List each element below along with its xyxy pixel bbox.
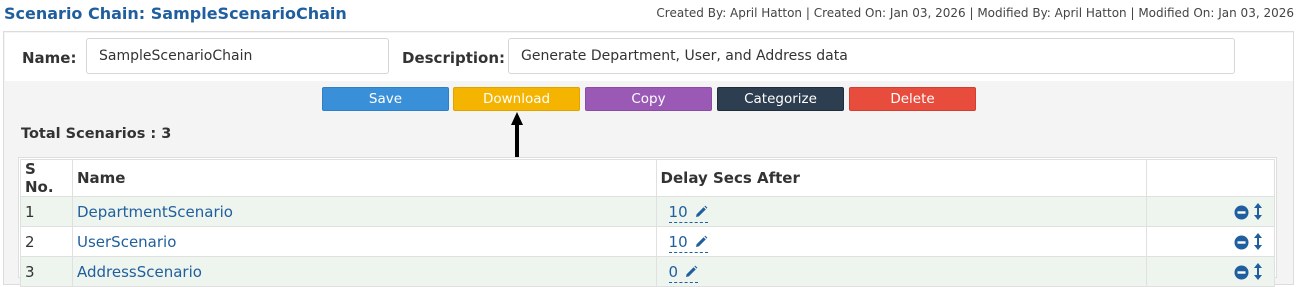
pencil-icon[interactable] — [694, 205, 708, 219]
column-header-name: Name — [71, 159, 657, 197]
table-header-row: S No. Name Delay Secs After — [20, 159, 1275, 197]
audit-info: Created By: April Hatton | Created On: J… — [656, 6, 1294, 20]
table-row: 2 UserScenario 10 — [20, 226, 1275, 257]
table-row: 1 DepartmentScenario 10 — [20, 196, 1275, 227]
reorder-vertical-icon[interactable] — [1254, 262, 1262, 280]
description-label: Description: — [402, 49, 506, 67]
description-input[interactable] — [508, 38, 1235, 74]
name-input[interactable] — [86, 38, 389, 74]
remove-circle-icon[interactable] — [1234, 265, 1249, 280]
row-sno: 2 — [20, 226, 73, 257]
delay-text: 0 — [668, 262, 679, 281]
table-row: 3 AddressScenario 0 — [20, 256, 1275, 287]
column-header-actions — [1146, 159, 1275, 197]
delay-value[interactable]: 0 — [668, 262, 699, 283]
download-button[interactable]: Download — [453, 87, 580, 111]
scenarios-table: S No. Name Delay Secs After 1 Department… — [18, 157, 1277, 287]
reorder-vertical-icon[interactable] — [1254, 202, 1262, 220]
name-label: Name: — [22, 49, 77, 67]
remove-circle-icon[interactable] — [1234, 205, 1249, 220]
delete-button[interactable]: Delete — [849, 87, 976, 111]
copy-button[interactable]: Copy — [585, 87, 712, 111]
scenario-link[interactable]: DepartmentScenario — [77, 203, 233, 221]
delay-text: 10 — [668, 202, 688, 221]
pencil-icon[interactable] — [694, 235, 708, 249]
row-sno: 3 — [20, 256, 73, 287]
save-button[interactable]: Save — [322, 87, 449, 111]
scenario-link[interactable]: UserScenario — [77, 233, 176, 251]
row-sno: 1 — [20, 196, 73, 227]
delay-text: 10 — [668, 232, 688, 251]
page-header: Scenario Chain: SampleScenarioChain Crea… — [0, 0, 1297, 30]
page-title: Scenario Chain: SampleScenarioChain — [4, 4, 347, 23]
categorize-button[interactable]: Categorize — [717, 87, 844, 111]
column-header-sno: S No. — [20, 159, 73, 197]
pencil-icon[interactable] — [684, 265, 698, 279]
reorder-vertical-icon[interactable] — [1254, 232, 1262, 250]
delay-value[interactable]: 10 — [668, 232, 708, 253]
action-toolbar: Save Download Copy Categorize Delete — [5, 82, 1293, 114]
scenario-link[interactable]: AddressScenario — [77, 263, 202, 281]
details-form: Name: Description: — [5, 33, 1293, 81]
remove-circle-icon[interactable] — [1234, 235, 1249, 250]
delay-value[interactable]: 10 — [668, 202, 708, 223]
total-scenarios: Total Scenarios : 3 — [21, 126, 172, 142]
column-header-delay: Delay Secs After — [655, 159, 1148, 197]
